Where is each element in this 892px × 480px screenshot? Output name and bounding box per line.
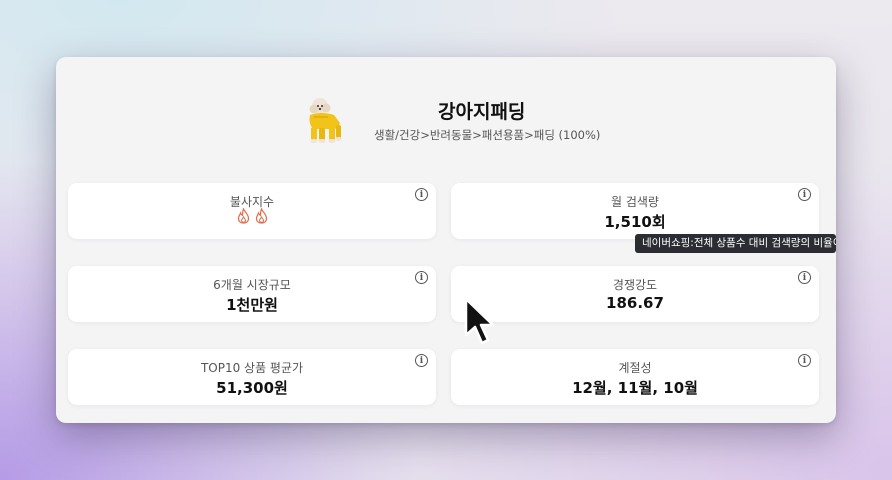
metric-label: TOP10 상품 평균가: [200, 361, 304, 375]
product-title: 강아지패딩: [438, 101, 526, 123]
metric-card-seasonality: 계절성 12월, 11월, 10월 i: [451, 349, 819, 405]
info-icon[interactable]: i: [415, 271, 428, 284]
metric-value: 51,300원: [216, 379, 288, 397]
product-thumbnail: [309, 98, 342, 143]
info-icon[interactable]: i: [798, 354, 811, 367]
fire-rating: [68, 208, 436, 224]
info-icon[interactable]: i: [798, 271, 811, 284]
metric-card-monthly-search: 월 검색량 1,510회 i: [451, 183, 819, 239]
metric-label: 계절성: [618, 361, 652, 375]
metric-card-competition: 경쟁강도 186.67 i: [451, 266, 819, 322]
metric-value: 12월, 11월, 10월: [572, 379, 698, 397]
fire-icon: [255, 208, 267, 224]
info-icon[interactable]: i: [415, 188, 428, 201]
product-header: 강아지패딩 생활/건강>반려동물>패션용품>패딩 (100%): [56, 57, 836, 177]
info-tooltip: 네이버쇼핑:전체 상품수 대비 검색량의 비율이: [635, 234, 836, 253]
metric-value: 186.67: [606, 294, 664, 312]
fire-icon: [237, 208, 249, 224]
metric-card-bulsa-index: 불사지수 i: [68, 183, 436, 239]
metric-card-market-size: 6개월 시장규모 1천만원 i: [68, 266, 436, 322]
metric-value: 1,510회: [604, 213, 666, 231]
info-icon[interactable]: i: [798, 188, 811, 201]
category-path: 생활/건강>반려동물>패션용품>패딩 (100%): [374, 128, 601, 142]
metric-label: 월 검색량: [611, 195, 659, 209]
metric-value: 1천만원: [226, 296, 278, 314]
metric-label: 경쟁강도: [612, 278, 658, 292]
info-icon[interactable]: i: [415, 354, 428, 367]
metric-label: 6개월 시장규모: [213, 278, 291, 292]
mouse-cursor-icon: [464, 297, 495, 345]
metric-card-avg-price: TOP10 상품 평균가 51,300원 i: [68, 349, 436, 405]
